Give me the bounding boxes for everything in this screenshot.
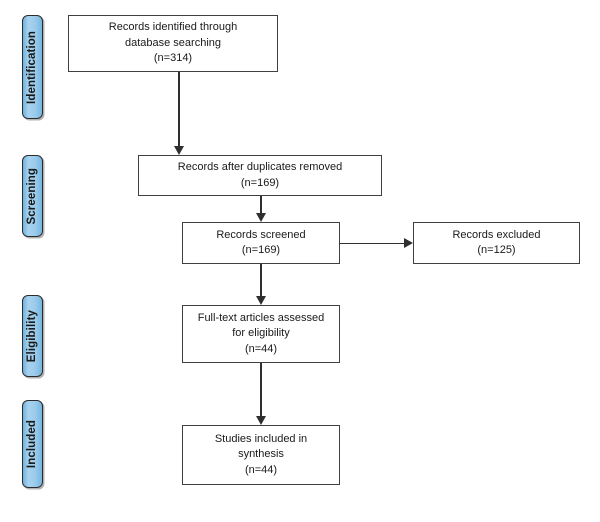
flow-box-studies-included: Studies included in synthesis (n=44) <box>182 425 340 485</box>
flow-box-text: Studies included in synthesis (n=44) <box>214 432 308 476</box>
stage-bar-eligibility: Eligibility <box>22 295 43 377</box>
stage-label-eligibility: Eligibility <box>25 309 38 363</box>
connector-line <box>260 264 262 296</box>
prisma-flow-diagram: Identification Screening Eligibility Inc… <box>0 0 600 522</box>
connector-line <box>178 72 180 146</box>
stage-bar-included: Included <box>22 400 43 488</box>
stage-label-screening: Screening <box>25 167 38 225</box>
stage-label-included: Included <box>25 419 38 469</box>
flow-box-text: Records after duplicates removed (n=169) <box>177 161 343 189</box>
arrow-head-icon <box>255 213 266 222</box>
flow-box-records-screened: Records screened (n=169) <box>182 222 340 264</box>
flow-box-text: Full-text articles assessed for eligibil… <box>197 311 325 355</box>
stage-label-identification: Identification <box>25 30 38 104</box>
flow-box-records-excluded: Records excluded (n=125) <box>413 222 580 264</box>
flow-box-text: Records identified through database sear… <box>108 21 238 65</box>
flow-box-text: Records screened (n=169) <box>216 228 306 257</box>
flow-box-records-identified: Records identified through database sear… <box>68 15 278 72</box>
flow-box-records-after-duplicates: Records after duplicates removed (n=169) <box>138 155 382 196</box>
flow-box-text: Records excluded (n=125) <box>452 228 541 257</box>
arrow-head-icon <box>404 238 413 248</box>
arrow-head-icon <box>255 296 266 305</box>
arrow-head-icon <box>173 146 184 155</box>
arrow-head-icon <box>255 416 266 425</box>
connector-line <box>340 242 404 245</box>
flow-box-fulltext-assessed: Full-text articles assessed for eligibil… <box>182 305 340 363</box>
connector-line <box>260 196 262 213</box>
stage-bar-screening: Screening <box>22 155 43 237</box>
connector-line <box>260 363 262 416</box>
stage-bar-identification: Identification <box>22 15 43 119</box>
